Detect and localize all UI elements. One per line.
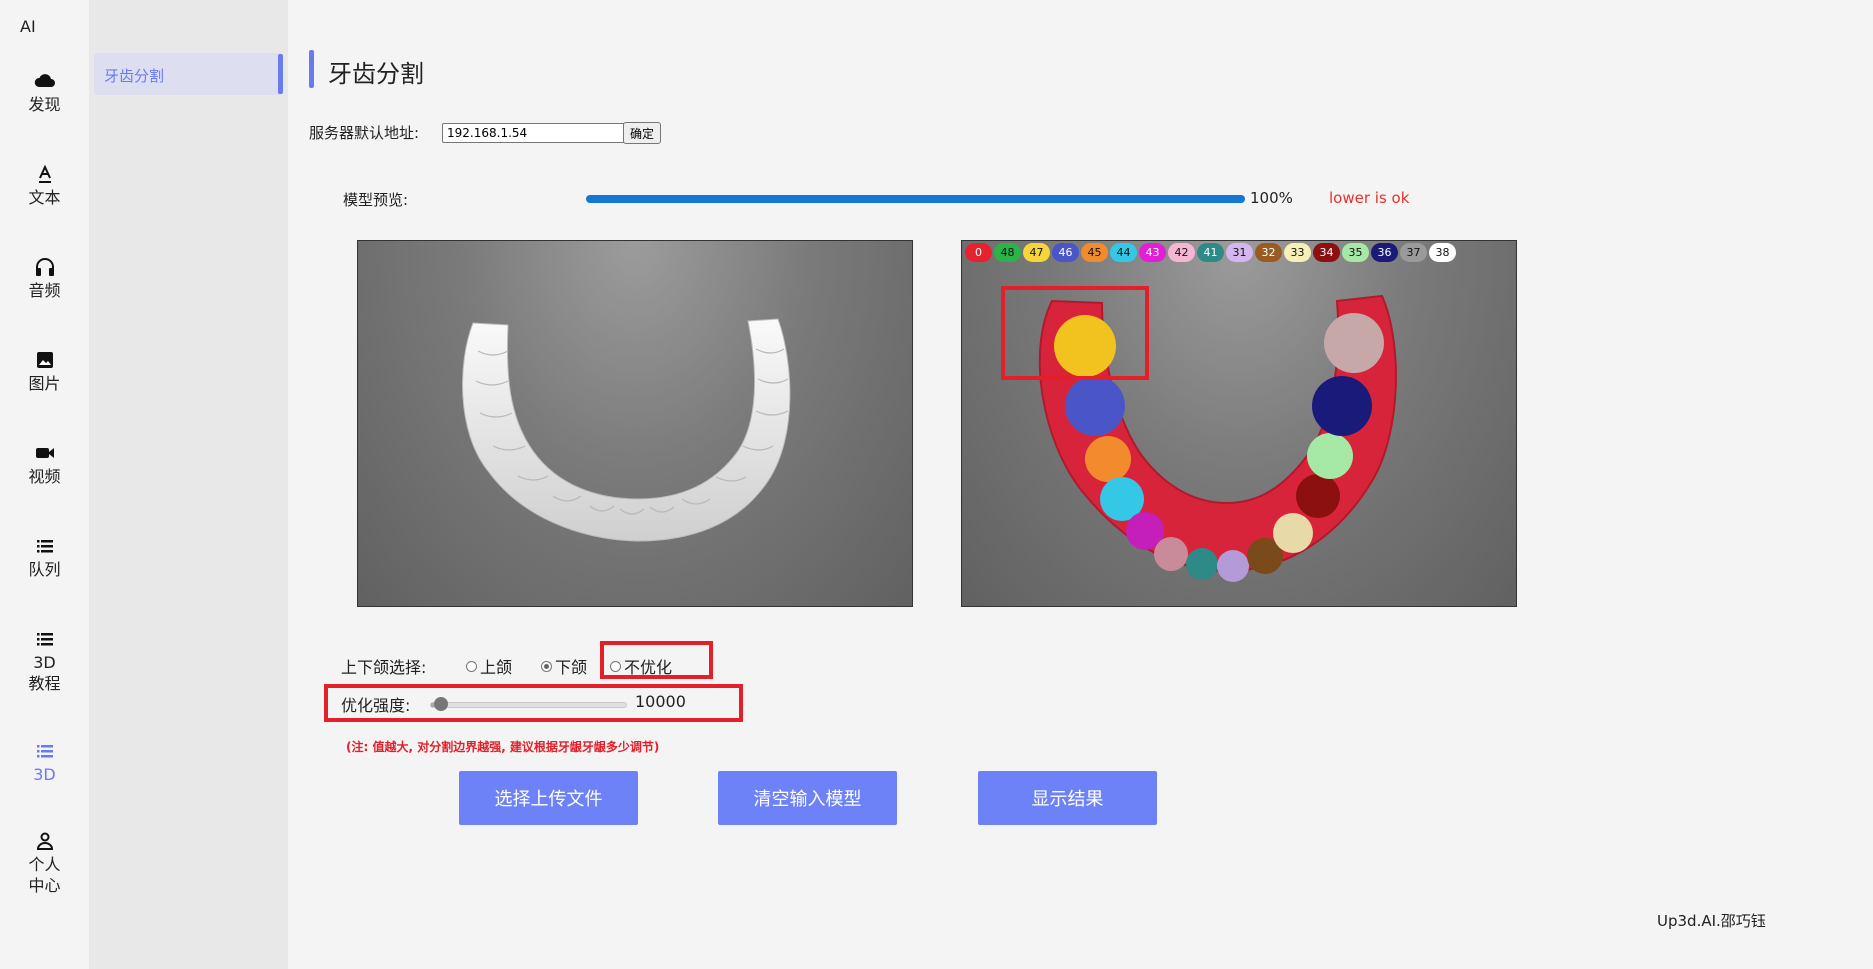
- progress-bar: [586, 195, 1245, 203]
- legend-chip: 38: [1429, 243, 1456, 262]
- server-confirm-button[interactable]: 确定: [623, 122, 662, 144]
- legend-chip: 44: [1110, 243, 1137, 262]
- text-icon: [38, 164, 51, 183]
- nav-label: 发现: [28, 95, 61, 114]
- nav-label: 中心: [28, 876, 61, 895]
- strength-slider-track[interactable]: [430, 702, 627, 708]
- strength-value: 10000: [635, 692, 686, 711]
- model-viewport-input[interactable]: [357, 240, 913, 607]
- nav-label: 音频: [28, 281, 61, 300]
- upload-file-button[interactable]: 选择上传文件: [459, 771, 638, 825]
- legend-chip: 47: [1023, 243, 1050, 262]
- server-address-input[interactable]: [442, 123, 626, 143]
- list-icon: [36, 540, 53, 553]
- legend-chip: 43: [1139, 243, 1166, 262]
- nav-label: 教程: [28, 674, 61, 693]
- nav-item-audio[interactable]: 音频: [0, 256, 89, 301]
- legend-chip: 48: [994, 243, 1021, 262]
- active-indicator: [278, 54, 283, 94]
- radio-upper-jaw[interactable]: 上颌: [466, 654, 512, 678]
- user-icon: [36, 832, 53, 850]
- tooth-color-legend: 0 48 47 46 45 44 43 42 41 31 32 33 34 35 36 37 38: [965, 243, 1456, 262]
- status-text: lower is ok: [1329, 189, 1410, 207]
- nav-item-discover[interactable]: 发现: [0, 70, 89, 115]
- legend-chip: 31: [1226, 243, 1253, 262]
- clear-model-button[interactable]: 清空输入模型: [718, 771, 897, 825]
- legend-chip: 34: [1313, 243, 1340, 262]
- page-title: 牙齿分割: [328, 60, 424, 88]
- radio-label: 下颌: [555, 658, 588, 677]
- legend-chip: 33: [1284, 243, 1311, 262]
- nav-item-image[interactable]: 图片: [0, 349, 89, 394]
- nav-label: 图片: [28, 374, 61, 393]
- nav-label: 3D: [33, 765, 56, 784]
- highlight-box: [1001, 286, 1149, 380]
- radio-circle[interactable]: [541, 660, 552, 672]
- model-preview-label: 模型预览:: [343, 191, 409, 209]
- model-viewport-result[interactable]: 0 48 47 46 45 44 43 42 41 31 32 33 34 35 36 37 38: [961, 240, 1517, 607]
- title-accent-bar: [309, 50, 314, 88]
- brand-label: AI: [20, 17, 36, 36]
- radio-label: 上颌: [480, 658, 513, 677]
- nav-label: 队列: [28, 560, 61, 579]
- nav-label: 3D: [33, 653, 56, 672]
- legend-chip: 46: [1052, 243, 1079, 262]
- progress-text: 100%: [1250, 189, 1293, 207]
- legend-chip: 32: [1255, 243, 1282, 262]
- legend-chip: 42: [1168, 243, 1195, 262]
- nav-label: 个人: [28, 855, 61, 874]
- submenu-item-tooth-segmentation[interactable]: 牙齿分割: [94, 53, 283, 95]
- list-icon: [36, 633, 53, 646]
- lower-jaw-model: [462, 318, 791, 542]
- nav-label: 文本: [28, 188, 61, 207]
- server-address-label: 服务器默认地址:: [309, 124, 420, 142]
- footer-credit: Up3d.AI.邵巧钰: [1657, 912, 1766, 930]
- headphones-icon: [35, 258, 54, 276]
- video-icon: [35, 448, 54, 458]
- radio-lower-jaw[interactable]: 下颌: [541, 654, 587, 678]
- list-icon: [36, 745, 53, 758]
- legend-chip: 41: [1197, 243, 1224, 262]
- nav-item-3d-tutorial[interactable]: 3D 教程: [0, 628, 89, 694]
- sub-menu: 牙齿分割: [89, 0, 288, 969]
- submenu-item-label: 牙齿分割: [104, 67, 165, 85]
- legend-chip: 0: [965, 243, 992, 262]
- progress-fill: [586, 195, 1245, 203]
- show-result-button[interactable]: 显示结果: [978, 771, 1157, 825]
- main-nav-rail: AI 发现 文本 音频 图片 视频 队列 3D 教程 3D 个人 中心: [0, 0, 89, 969]
- radio-circle[interactable]: [466, 660, 477, 672]
- legend-chip: 37: [1400, 243, 1427, 262]
- nav-item-video[interactable]: 视频: [0, 442, 89, 487]
- nav-item-queue[interactable]: 队列: [0, 535, 89, 580]
- nav-label: 视频: [28, 467, 61, 486]
- nav-item-profile[interactable]: 个人 中心: [0, 830, 89, 896]
- nav-item-text[interactable]: 文本: [0, 163, 89, 208]
- highlight-box: [600, 641, 713, 679]
- legend-chip: 36: [1371, 243, 1398, 262]
- legend-chip: 35: [1342, 243, 1369, 262]
- cloud-icon: [34, 74, 55, 87]
- legend-chip: 45: [1081, 243, 1108, 262]
- strength-slider-thumb[interactable]: [433, 697, 448, 711]
- strength-note: (注: 值越大, 对分割边界越强, 建议根据牙龈牙龈多少调节): [346, 740, 660, 754]
- jaw-select-label: 上下颌选择:: [341, 658, 427, 677]
- nav-item-3d[interactable]: 3D: [0, 740, 89, 785]
- image-icon: [36, 352, 53, 368]
- strength-label: 优化强度:: [341, 696, 411, 715]
